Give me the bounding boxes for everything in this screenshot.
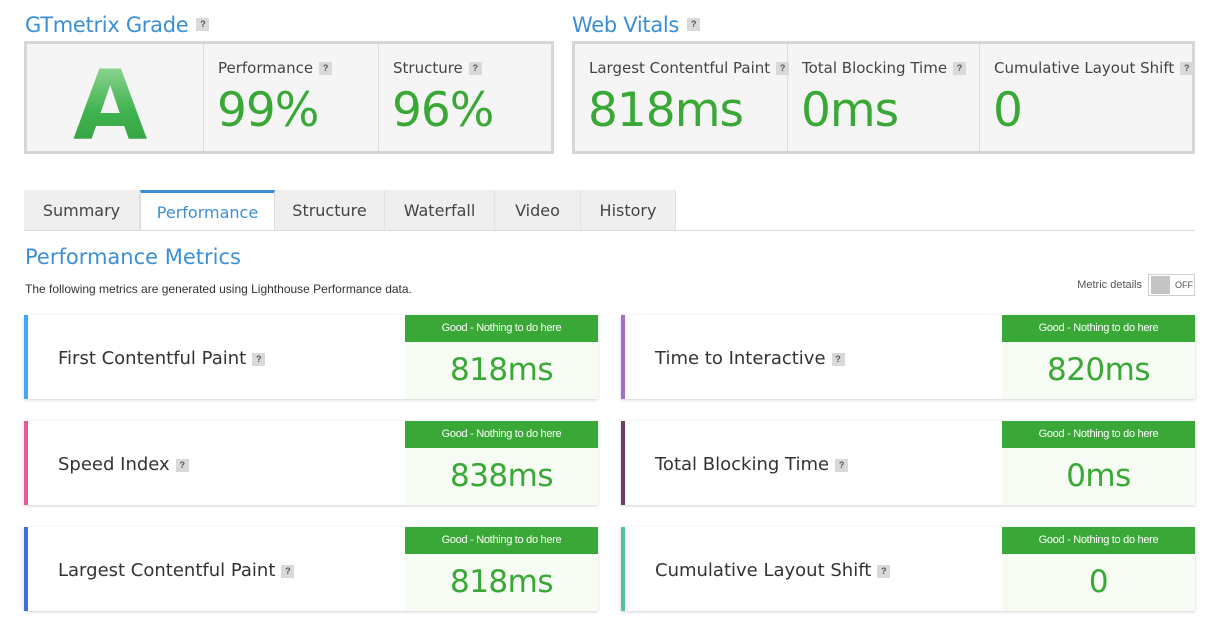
performance-value: 99%: [217, 83, 319, 138]
metric-name-text: Speed Index: [58, 454, 170, 475]
metric-name: Cumulative Layout Shift?: [655, 560, 891, 581]
grade-cell: A: [27, 44, 204, 162]
performance-metrics-title: Performance Metrics: [25, 245, 241, 269]
metric-value: 818ms: [449, 564, 554, 600]
metric-badge: Good - Nothing to do here 818ms: [405, 315, 598, 399]
tbt-value: 0ms: [801, 83, 899, 138]
metric-card-speed-index: Speed Index? Good - Nothing to do here 8…: [24, 421, 598, 505]
toggle-knob: [1151, 276, 1170, 294]
help-icon[interactable]: ?: [831, 352, 845, 366]
report-tabs: Summary Performance Structure Waterfall …: [24, 190, 676, 231]
metric-value: 0ms: [1066, 458, 1131, 494]
performance-label-text: Performance: [218, 59, 314, 77]
metric-status-badge: Good - Nothing to do here: [1002, 315, 1195, 342]
cls-cell: Cumulative Layout Shift? 0: [980, 44, 1194, 151]
performance-label: Performance?: [218, 59, 333, 77]
metric-details-control: Metric details OFF: [1077, 274, 1195, 296]
metric-card-largest-contentful-paint: Largest Contentful Paint? Good - Nothing…: [24, 527, 598, 611]
grade-letter: A: [73, 50, 148, 162]
structure-label: Structure?: [393, 59, 482, 77]
performance-metrics-description: The following metrics are generated usin…: [25, 282, 412, 296]
metric-badge: Good - Nothing to do here 0: [1002, 527, 1195, 611]
metric-name-text: First Contentful Paint: [58, 348, 247, 369]
cls-label-text: Cumulative Layout Shift: [994, 59, 1175, 77]
lcp-cell: Largest Contentful Paint? 818ms: [575, 44, 790, 151]
web-vitals-title-text: Web Vitals: [572, 13, 680, 37]
web-vitals-title: Web Vitals?: [572, 13, 701, 37]
metric-details-label: Metric details: [1077, 279, 1142, 291]
help-icon[interactable]: ?: [319, 62, 333, 75]
metric-card-cumulative-layout-shift: Cumulative Layout Shift? Good - Nothing …: [621, 527, 1195, 611]
metric-status-badge: Good - Nothing to do here: [1002, 421, 1195, 448]
tbt-cell: Total Blocking Time? 0ms: [788, 44, 980, 151]
gtmetrix-grade-title-text: GTmetrix Grade: [25, 13, 189, 37]
metric-name: Largest Contentful Paint?: [58, 560, 295, 581]
structure-label-text: Structure: [393, 59, 463, 77]
help-icon[interactable]: ?: [196, 17, 210, 31]
tbt-label: Total Blocking Time?: [802, 59, 967, 77]
tab-performance[interactable]: Performance: [140, 190, 275, 231]
metric-badge: Good - Nothing to do here 0ms: [1002, 421, 1195, 505]
metric-card-time-to-interactive: Time to Interactive? Good - Nothing to d…: [621, 315, 1195, 399]
metric-name: Total Blocking Time?: [655, 454, 849, 475]
cls-label: Cumulative Layout Shift?: [994, 59, 1194, 77]
help-icon[interactable]: ?: [687, 17, 701, 31]
metric-value: 838ms: [449, 458, 554, 494]
metric-status-badge: Good - Nothing to do here: [1002, 527, 1195, 554]
metric-status-badge: Good - Nothing to do here: [405, 421, 598, 448]
metric-card-total-blocking-time: Total Blocking Time? Good - Nothing to d…: [621, 421, 1195, 505]
gtmetrix-grade-title: GTmetrix Grade?: [25, 13, 210, 37]
structure-cell: Structure? 96%: [379, 44, 551, 151]
grade-panel: A Performance? 99% Structure? 96%: [24, 41, 554, 162]
help-icon[interactable]: ?: [281, 564, 295, 578]
help-icon[interactable]: ?: [175, 458, 189, 472]
metric-name: First Contentful Paint?: [58, 348, 266, 369]
cls-value: 0: [993, 83, 1023, 138]
metric-value: 818ms: [449, 352, 554, 388]
help-icon[interactable]: ?: [877, 564, 891, 578]
metric-name-text: Total Blocking Time: [655, 454, 830, 475]
help-icon[interactable]: ?: [835, 458, 849, 472]
tab-waterfall[interactable]: Waterfall: [385, 190, 495, 231]
metric-badge: Good - Nothing to do here 818ms: [405, 527, 598, 611]
tab-structure[interactable]: Structure: [275, 190, 385, 231]
toggle-state-label: OFF: [1175, 280, 1193, 290]
web-vitals-panel: Largest Contentful Paint? 818ms Total Bl…: [572, 41, 1195, 154]
metric-status-badge: Good - Nothing to do here: [405, 527, 598, 554]
metric-name-text: Cumulative Layout Shift: [655, 560, 872, 581]
metric-badge: Good - Nothing to do here 838ms: [405, 421, 598, 505]
help-icon[interactable]: ?: [468, 62, 482, 75]
lcp-label: Largest Contentful Paint?: [589, 59, 790, 77]
tbt-label-text: Total Blocking Time: [802, 59, 948, 77]
metric-name: Time to Interactive?: [655, 348, 845, 369]
metric-value: 820ms: [1046, 352, 1151, 388]
help-icon[interactable]: ?: [953, 62, 967, 75]
metric-status-badge: Good - Nothing to do here: [405, 315, 598, 342]
lcp-value: 818ms: [588, 83, 744, 138]
metric-name-text: Time to Interactive: [655, 348, 826, 369]
performance-cell: Performance? 99%: [204, 44, 379, 151]
metric-card-first-contentful-paint: First Contentful Paint? Good - Nothing t…: [24, 315, 598, 399]
tabs-divider: [24, 230, 1195, 231]
metric-details-toggle[interactable]: OFF: [1148, 274, 1195, 296]
tab-summary[interactable]: Summary: [24, 190, 140, 231]
help-icon[interactable]: ?: [252, 352, 266, 366]
metric-badge: Good - Nothing to do here 820ms: [1002, 315, 1195, 399]
tab-video[interactable]: Video: [495, 190, 581, 231]
help-icon[interactable]: ?: [1180, 62, 1194, 75]
structure-value: 96%: [392, 83, 494, 138]
metric-value: 0: [1088, 564, 1109, 600]
tab-history[interactable]: History: [581, 190, 676, 231]
metric-name: Speed Index?: [58, 454, 189, 475]
lcp-label-text: Largest Contentful Paint: [589, 59, 771, 77]
metric-name-text: Largest Contentful Paint: [58, 560, 276, 581]
